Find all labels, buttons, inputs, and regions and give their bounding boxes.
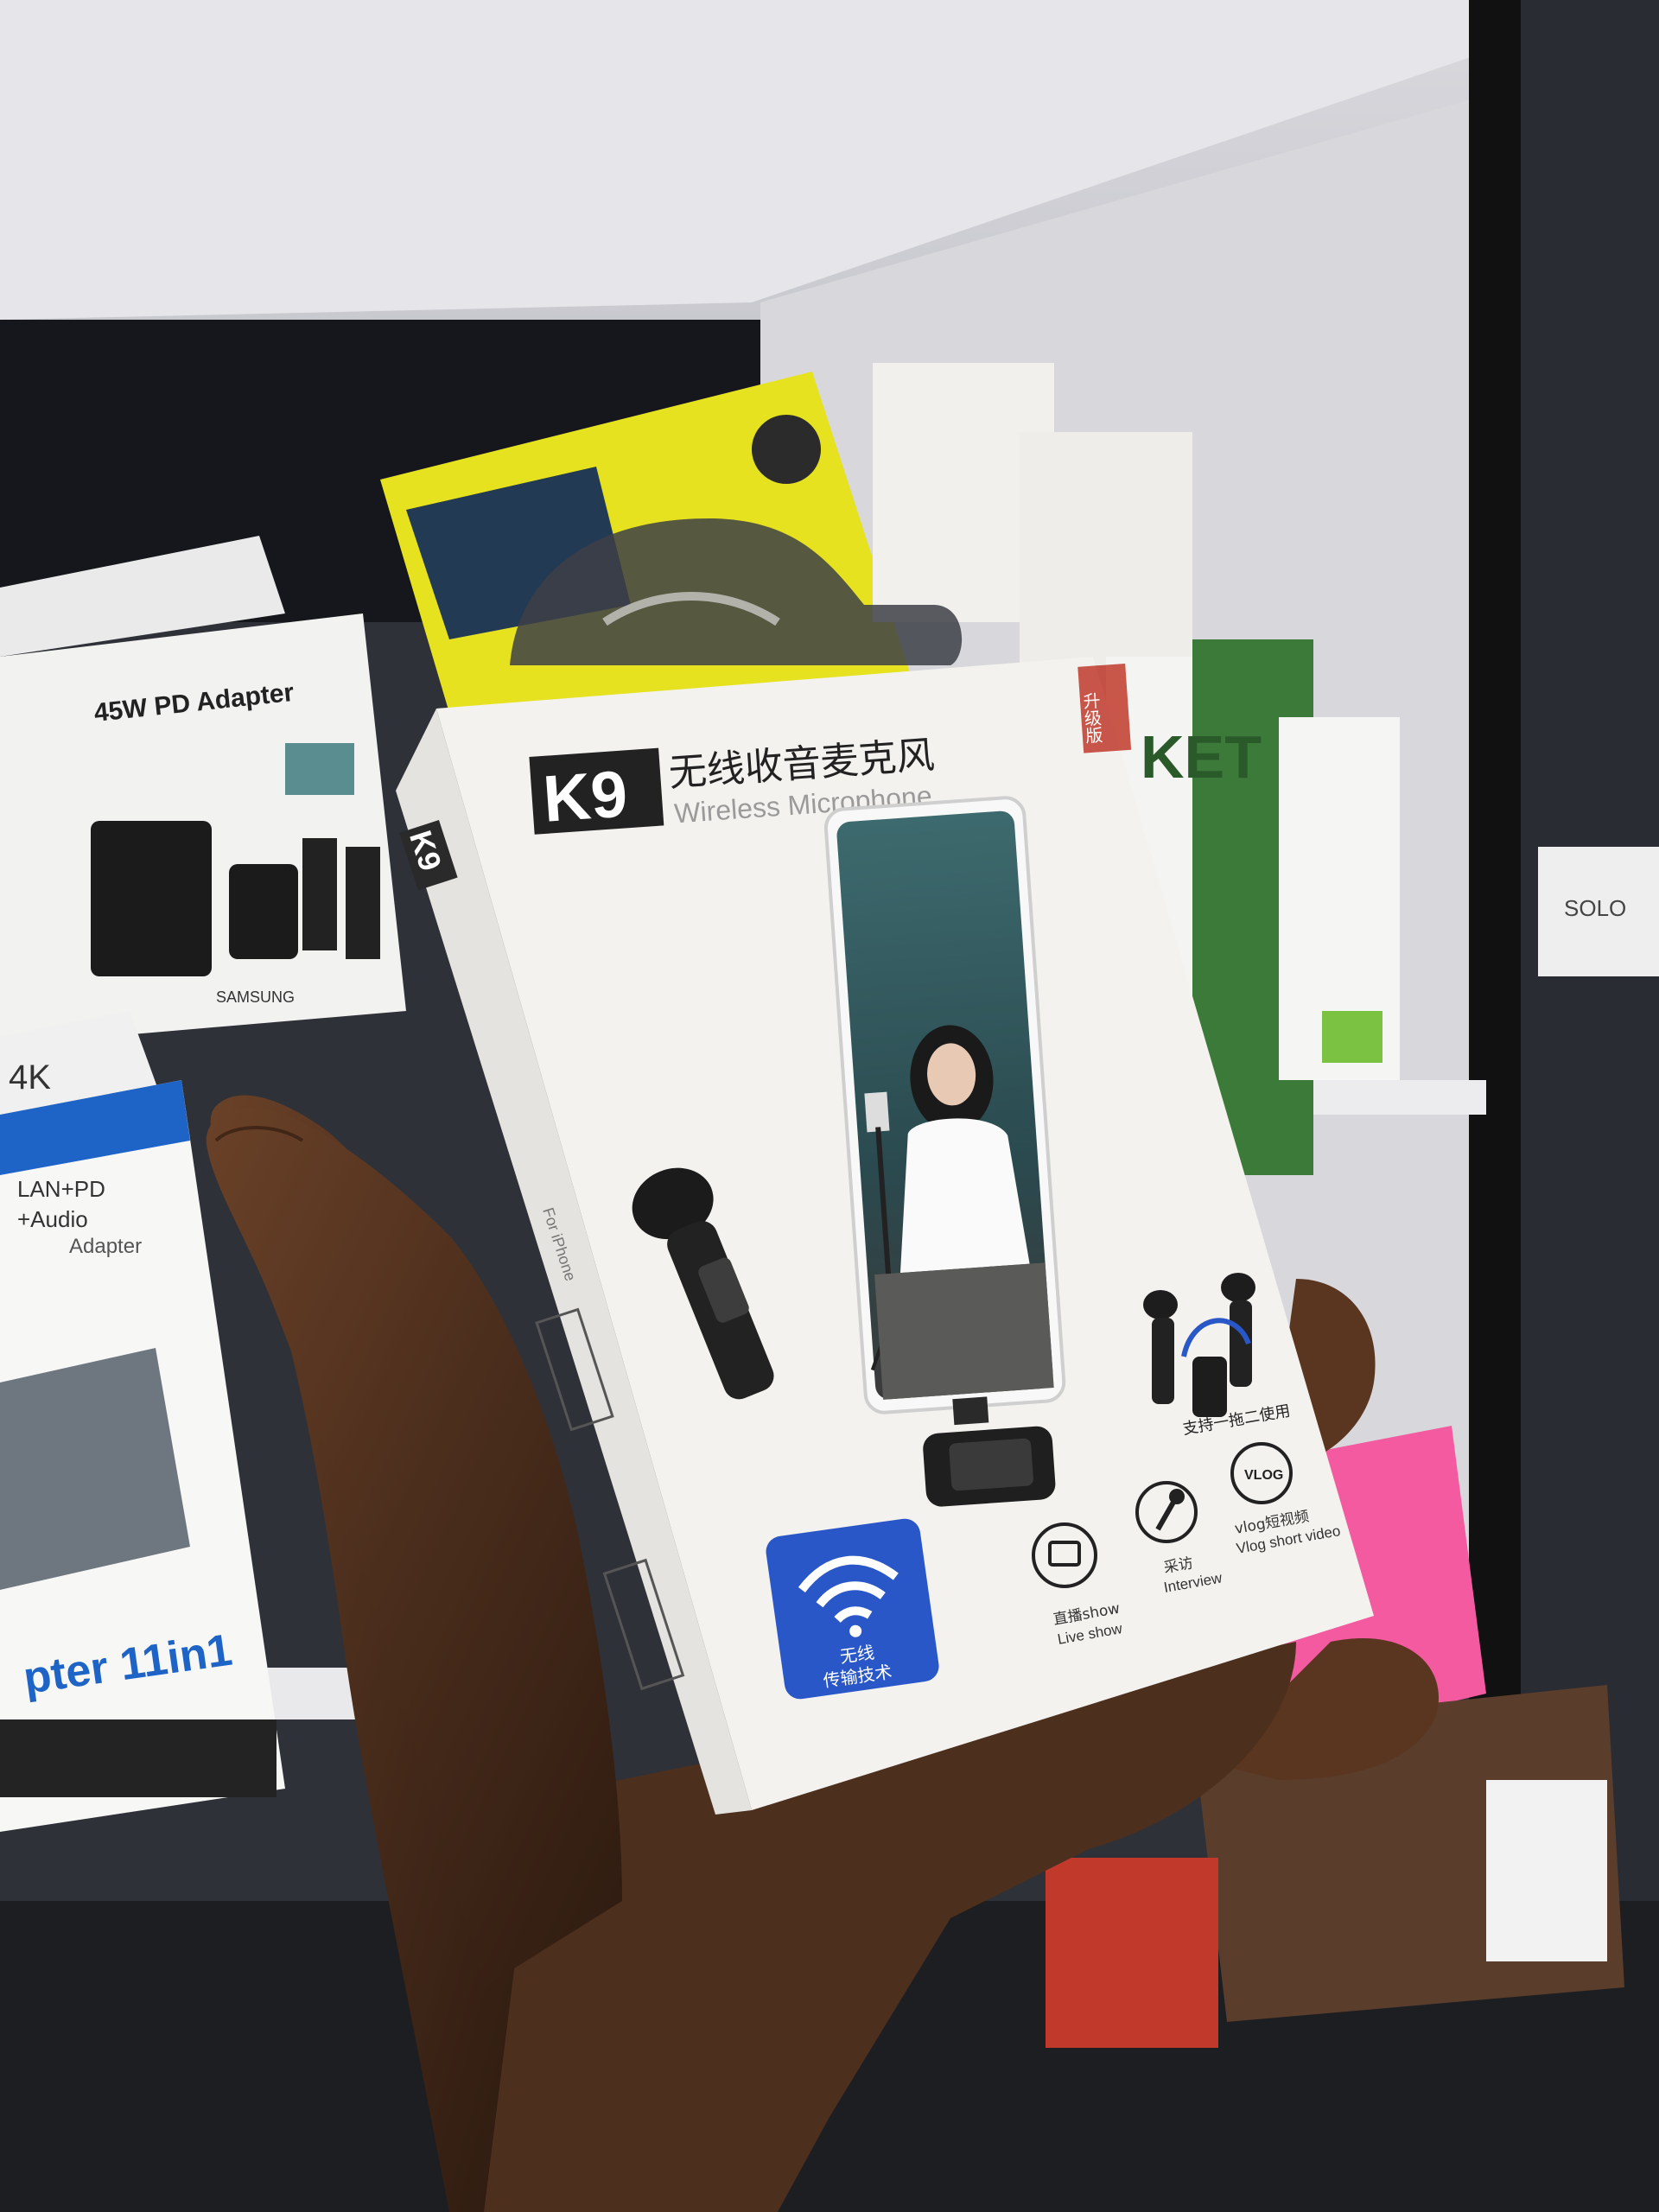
vlog-icon: VLOG <box>1244 1468 1283 1483</box>
hub-4k: 4K <box>9 1058 51 1096</box>
hub-line-3: Adapter <box>69 1235 142 1258</box>
upgrade-stamp-text: 升级版 <box>1079 691 1103 745</box>
adapter-brand: SAMSUNG <box>216 988 295 1006</box>
k9-logo: K9 <box>541 757 630 836</box>
wireless-badge: 无线 传输技术 <box>766 1518 939 1700</box>
product-photo: KET SOLO 45W PD Adapter SAMSUNG 4K LAN+P… <box>0 0 1659 2212</box>
hub-line-1: LAN+PD <box>17 1176 105 1202</box>
hub-line-2: +Audio <box>17 1206 88 1232</box>
right-edge-text: SOLO <box>1564 895 1626 921</box>
right-box-partial-text: KET <box>1141 723 1262 791</box>
